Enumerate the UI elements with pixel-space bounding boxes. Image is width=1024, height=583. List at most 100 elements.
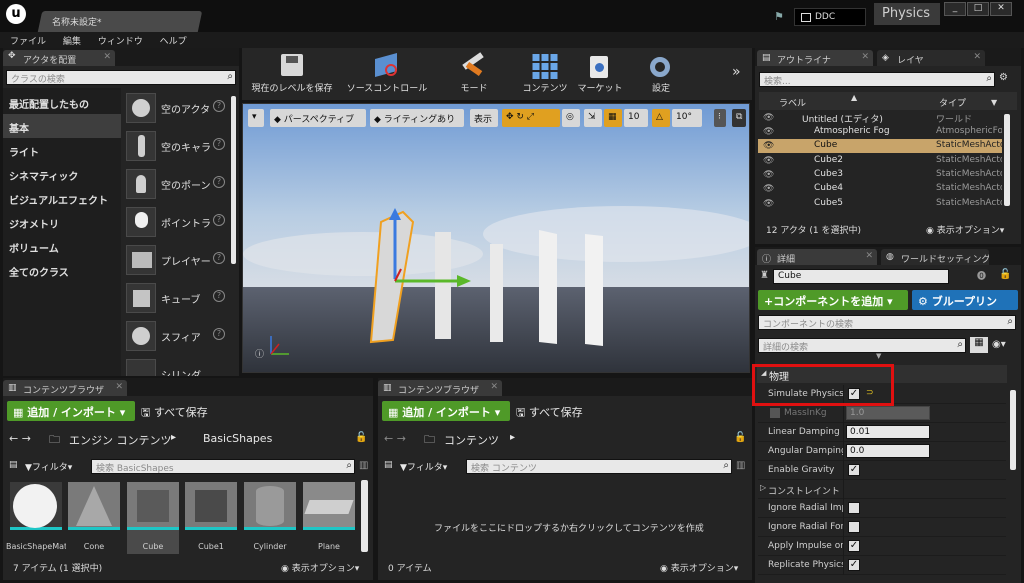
eye-icon[interactable]: 👁 (763, 170, 774, 180)
enable-gravity-checkbox[interactable]: ✓ (848, 464, 860, 476)
close-tab-icon[interactable]: ✕ (861, 52, 869, 62)
details-scrollbar[interactable] (1010, 390, 1016, 470)
eye-icon[interactable]: 👁 (763, 127, 774, 137)
lock-icon[interactable]: 🔓 (734, 432, 746, 443)
add-import-button[interactable]: ▦ 追加 / インポート ▾ (382, 401, 510, 421)
world-settings-tab[interactable]: ◍ ワールドセッティング (881, 249, 989, 265)
help-icon[interactable]: ? (213, 138, 225, 150)
details-tab[interactable]: ⓘ 詳細 ✕ (757, 249, 877, 265)
actor-item[interactable]: ポイントラ? (123, 204, 233, 242)
outliner-row[interactable]: 👁 Cube5 StaticMeshActor (758, 197, 1002, 211)
minimize-button[interactable]: _ (944, 2, 966, 16)
maximize-viewport-icon[interactable]: ⧉ (732, 109, 746, 127)
category-lights[interactable]: ライト (3, 138, 121, 162)
apply-impulse-checkbox[interactable]: ✓ (848, 540, 860, 552)
class-search-input[interactable]: クラスの検索 ⌕ (6, 70, 236, 85)
actor-item[interactable]: 空のアクタ? (123, 90, 233, 128)
chevron-down-icon[interactable]: ▼ (991, 98, 997, 107)
asset-tile-selected[interactable]: Cube (127, 482, 179, 554)
help-icon[interactable]: ⓿ (977, 269, 986, 282)
eye-icon[interactable]: 👁 (763, 156, 774, 166)
category-cinematic[interactable]: シネマティック (3, 162, 121, 186)
path-segment[interactable]: コンテンツ (444, 432, 499, 448)
eye-icon[interactable]: 👁 (763, 113, 774, 123)
linear-damping-input[interactable]: 0.01 (846, 425, 930, 439)
eye-icon[interactable]: 👁 (763, 141, 774, 151)
close-tab-icon[interactable]: ✕ (115, 382, 123, 392)
menu-file[interactable]: ファイル (10, 37, 46, 47)
actor-name-input[interactable]: Cube (773, 269, 949, 284)
modes-button[interactable]: モード (450, 50, 498, 98)
actor-list-scrollbar[interactable] (231, 96, 236, 264)
actor-item[interactable]: 空のポーン? (123, 166, 233, 204)
outliner-view-options[interactable]: ◉ 表示オプション▾ (926, 223, 1004, 236)
outliner-tab[interactable]: ▤ アウトライナ ✕ (757, 50, 873, 66)
menu-window[interactable]: ウィンドウ (98, 37, 143, 47)
category-all-classes[interactable]: 全てのクラス (3, 258, 121, 282)
actor-item[interactable]: スフィア? (123, 318, 233, 356)
content-browser-right-tab[interactable]: ▥ コンテンツブラウザ ✕ (378, 380, 502, 396)
maximize-button[interactable]: □ (967, 2, 989, 16)
rotation-snap-icon[interactable]: △ (652, 109, 670, 127)
category-volumes[interactable]: ボリューム (3, 234, 121, 258)
asset-tile[interactable]: Cone (68, 482, 120, 556)
place-actors-tab[interactable]: ✥ アクタを配置 ✕ (3, 50, 115, 66)
save-all-button[interactable]: 🖫 すべて保存 (516, 404, 583, 423)
outliner-row[interactable]: 👁 Cube2 StaticMeshActor (758, 154, 1002, 168)
viewport-options-button[interactable]: ▾ (248, 109, 264, 127)
asset-tile[interactable]: Cube1 (185, 482, 237, 556)
eye-icon[interactable]: ◉▾ (992, 339, 1006, 350)
details-search-input[interactable]: 詳細の検索 ⌕ (758, 338, 966, 353)
asset-tile[interactable]: BasicShapeMaterial (6, 482, 66, 556)
add-import-button[interactable]: ▦ 追加 / インポート ▾ (7, 401, 135, 421)
show-button[interactable]: 表示 (470, 109, 498, 127)
category-basic[interactable]: 基本 (3, 114, 121, 138)
category-geometry[interactable]: ジオメトリ (3, 210, 121, 234)
help-icon[interactable]: ? (213, 100, 225, 112)
eye-icon[interactable]: 👁 (763, 199, 774, 209)
blueprint-button[interactable]: ⚙ ブループリン (912, 290, 1018, 310)
category-recent[interactable]: 最近配置したもの (3, 90, 121, 114)
outliner-row-selected[interactable]: 👁 Cube StaticMeshActor (758, 139, 1002, 153)
help-icon[interactable]: ? (213, 290, 225, 302)
save-level-button[interactable]: 現在のレベルを保存 (246, 50, 338, 98)
asset-tile[interactable]: Plane (303, 482, 355, 556)
menu-edit[interactable]: 編集 (63, 37, 81, 47)
sources-toggle-icon[interactable]: ▤ (384, 460, 393, 470)
filter-button[interactable]: ▼フィルタ▾ (25, 460, 72, 473)
transform-tools[interactable]: ✥ ↻ ⤢ (502, 109, 560, 127)
lighting-mode-button[interactable]: ◆ ライティングあり (370, 109, 464, 127)
source-control-button[interactable]: ソースコントロール (342, 50, 432, 98)
asset-tile[interactable]: Cylinder (244, 482, 296, 556)
history-nav-icons[interactable]: ← → (384, 432, 406, 445)
add-component-button[interactable]: +コンポーネントを追加 ▾ (758, 290, 908, 310)
close-tab-icon[interactable]: ✕ (973, 52, 981, 62)
actor-item[interactable]: プレイヤー? (123, 242, 233, 280)
asset-view-options[interactable]: ◉ 表示オプション▾ (281, 561, 359, 574)
level-viewport[interactable]: ⓘ (242, 103, 750, 373)
grid-snap-value[interactable]: 10 (624, 109, 648, 127)
lock-icon[interactable]: 🔓 (355, 432, 367, 443)
category-visual-effects[interactable]: ビジュアルエフェクト (3, 186, 121, 210)
type-column[interactable]: タイプ (939, 96, 966, 109)
feedback-icon[interactable]: ⚑ (774, 10, 788, 23)
actor-item[interactable]: 空のキャラ? (123, 128, 233, 166)
content-browser-left-tab[interactable]: ▥ コンテンツブラウザ ✕ (3, 380, 127, 396)
close-button[interactable]: ✕ (990, 2, 1012, 16)
ignore-radial-impulse-checkbox[interactable] (848, 502, 860, 514)
actor-item[interactable]: シリンダ (123, 356, 233, 376)
history-nav-icons[interactable]: ← → (9, 432, 31, 445)
menu-help[interactable]: ヘルプ (160, 37, 187, 47)
outliner-row[interactable]: 👁 Cube4 StaticMeshActor (758, 182, 1002, 196)
ignore-radial-force-checkbox[interactable] (848, 521, 860, 533)
outliner-search-input[interactable]: 検索... ⌕ (759, 72, 995, 87)
save-all-button[interactable]: 🖫 すべて保存 (141, 404, 208, 423)
angular-damping-input[interactable]: 0.0 (846, 444, 930, 458)
outliner-row[interactable]: 👁 Atmospheric Fog AtmosphericFog (758, 125, 1002, 139)
mass-override-checkbox[interactable] (770, 408, 780, 418)
component-search-input[interactable]: コンポーネントの検索 ⌕ (758, 315, 1016, 330)
close-tab-icon[interactable]: ✕ (865, 251, 873, 261)
rotation-snap-value[interactable]: 10° (672, 109, 702, 127)
help-icon[interactable]: ? (213, 328, 225, 340)
close-tab-icon[interactable]: ✕ (490, 382, 498, 392)
